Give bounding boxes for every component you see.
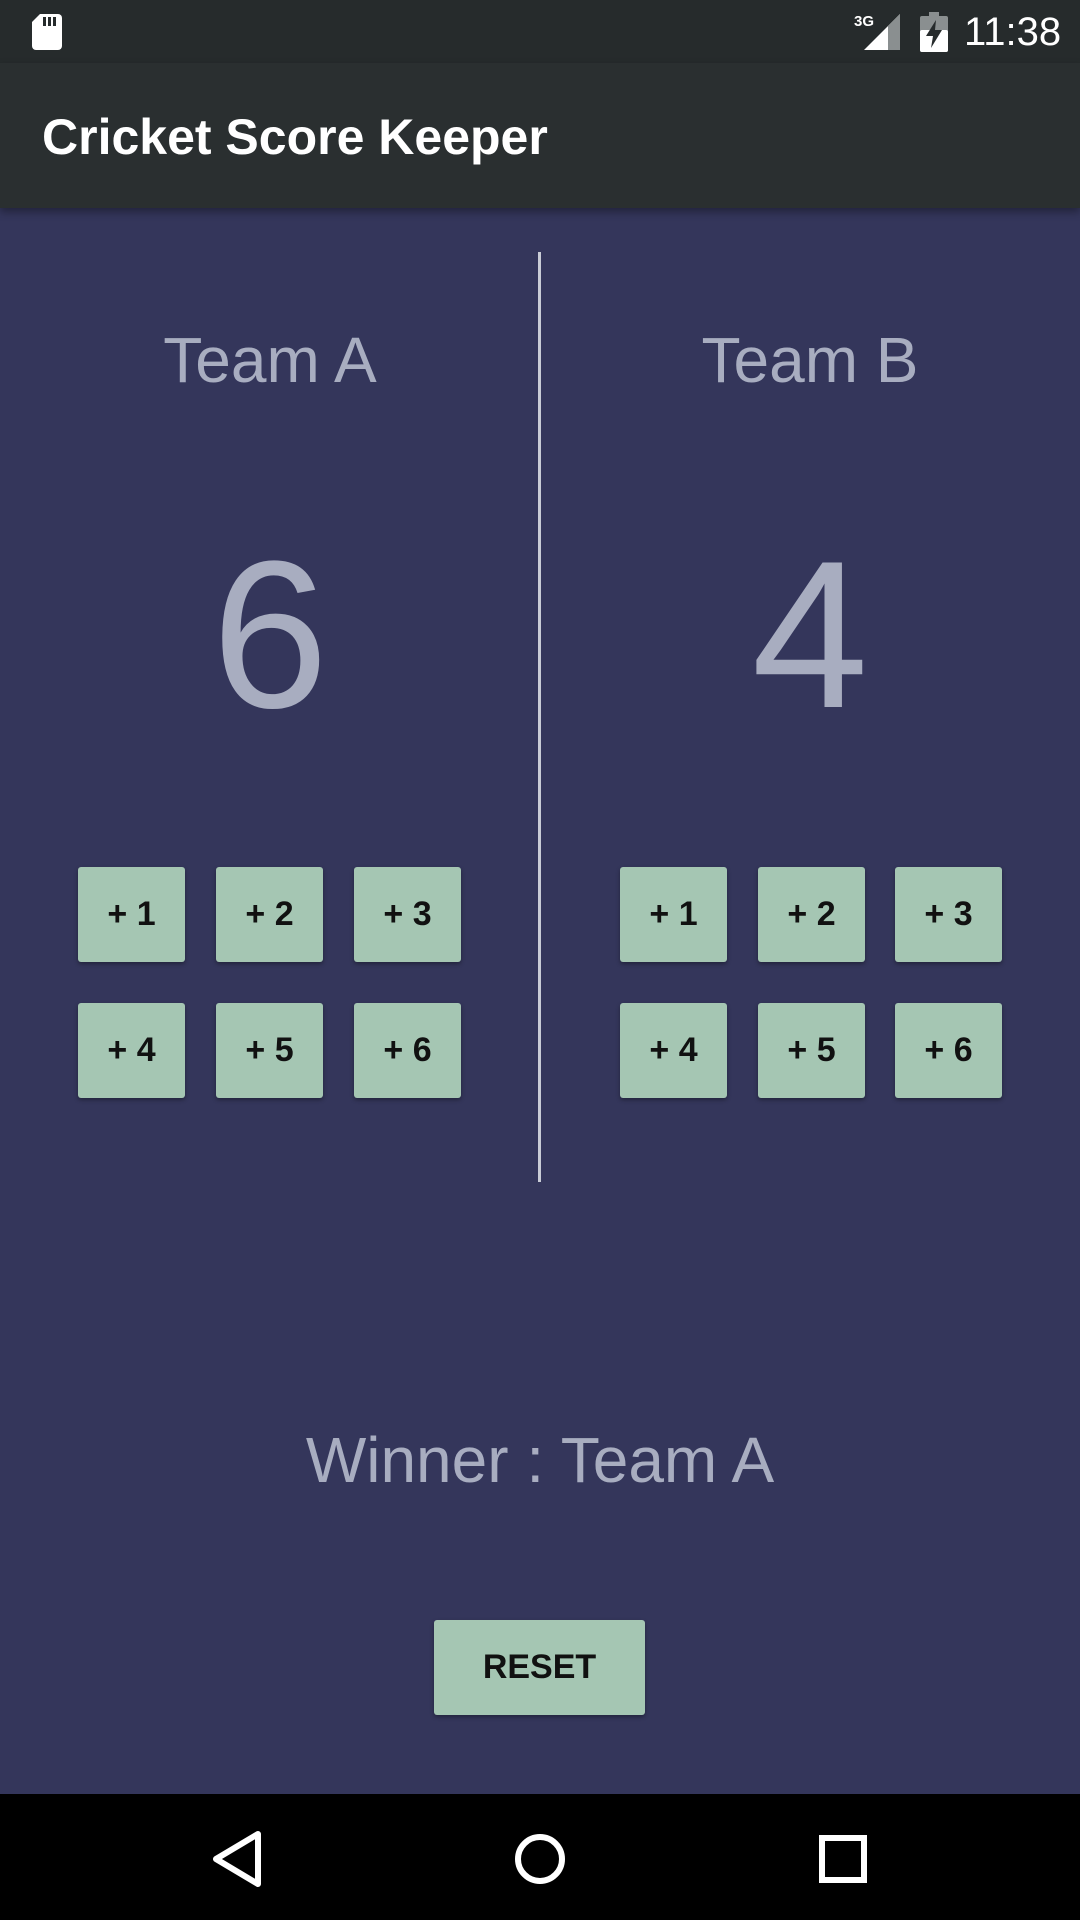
team-a-plus-3-button[interactable]: + 3 xyxy=(354,867,461,962)
home-icon[interactable] xyxy=(505,1824,575,1894)
team-a-plus-1-button[interactable]: + 1 xyxy=(78,867,185,962)
team-b-plus-3-button[interactable]: + 3 xyxy=(895,867,1002,962)
reset-button[interactable]: RESET xyxy=(434,1620,645,1715)
signal-icon: 3G xyxy=(854,13,900,50)
status-clock: 11:38 xyxy=(964,10,1062,54)
team-a-score: 6 xyxy=(211,517,329,752)
team-a-plus-2-button[interactable]: + 2 xyxy=(216,867,323,962)
team-a-plus-5-button[interactable]: + 5 xyxy=(216,1003,323,1098)
recents-icon[interactable] xyxy=(808,1824,878,1894)
status-bar: 3G 11:38 xyxy=(0,0,1080,63)
battery-charging-icon xyxy=(920,12,948,52)
team-b-plus-4-button[interactable]: + 4 xyxy=(620,1003,727,1098)
sd-card-icon xyxy=(32,14,62,50)
back-icon[interactable] xyxy=(202,1824,272,1894)
network-type-label: 3G xyxy=(854,13,874,30)
team-a-name: Team A xyxy=(163,324,377,396)
team-b-score: 4 xyxy=(751,517,869,752)
team-b-plus-5-button[interactable]: + 5 xyxy=(758,1003,865,1098)
winner-label: Winner : Team A xyxy=(305,1424,775,1496)
team-a-plus-6-button[interactable]: + 6 xyxy=(354,1003,461,1098)
team-b-plus-1-button[interactable]: + 1 xyxy=(620,867,727,962)
team-a-plus-4-button[interactable]: + 4 xyxy=(78,1003,185,1098)
team-b-name: Team B xyxy=(701,324,919,396)
team-b-plus-2-button[interactable]: + 2 xyxy=(758,867,865,962)
app-title: Cricket Score Keeper xyxy=(42,109,548,165)
app-bar: Cricket Score Keeper xyxy=(0,63,1080,208)
team-b-plus-6-button[interactable]: + 6 xyxy=(895,1003,1002,1098)
navigation-bar xyxy=(0,1794,1080,1920)
